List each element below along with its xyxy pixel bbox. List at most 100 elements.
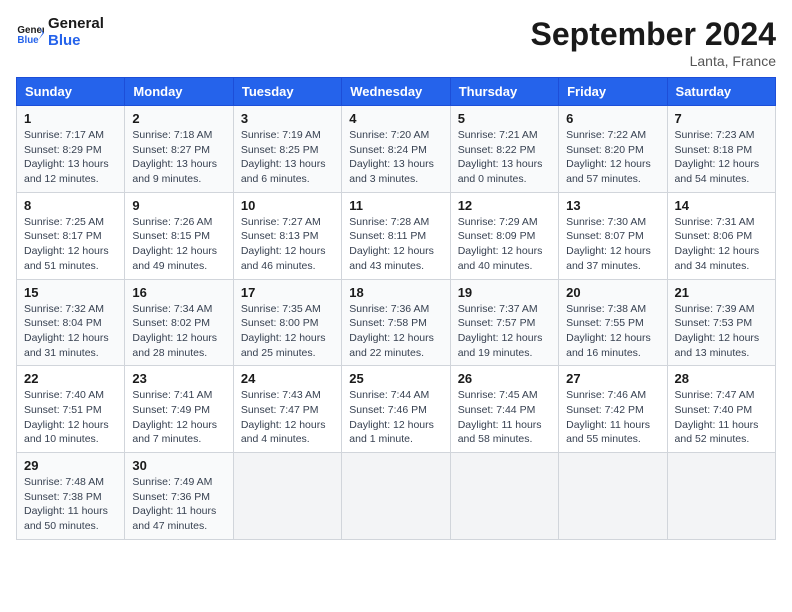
day-number: 11 (349, 198, 442, 213)
table-row: 2 Sunrise: 7:18 AMSunset: 8:27 PMDaylight… (125, 106, 233, 193)
day-number: 13 (566, 198, 659, 213)
table-row: 22 Sunrise: 7:40 AMSunset: 7:51 PMDayligh… (17, 366, 125, 453)
day-info: Sunrise: 7:47 AMSunset: 7:40 PMDaylight:… (675, 388, 768, 447)
day-number: 27 (566, 371, 659, 386)
table-row: 19Sunrise: 7:37 AMSunset: 7:57 PMDayligh… (450, 279, 558, 366)
day-number: 8 (24, 198, 117, 213)
day-number: 24 (241, 371, 334, 386)
table-row: 18 Sunrise: 7:36 AMSunset: 7:58 PMDayligh… (342, 279, 450, 366)
day-number: 28 (675, 371, 768, 386)
table-row: 11 Sunrise: 7:28 AMSunset: 8:11 PMDayligh… (342, 192, 450, 279)
table-row: 3 Sunrise: 7:19 AMSunset: 8:25 PMDaylight… (233, 106, 341, 193)
page-header: General Blue General Blue September 2024… (16, 16, 776, 69)
day-info: Sunrise: 7:40 AMSunset: 7:51 PMDaylight:… (24, 388, 117, 447)
table-row: 5 Sunrise: 7:21 AMSunset: 8:22 PMDaylight… (450, 106, 558, 193)
day-number: 23 (132, 371, 225, 386)
title-area: September 2024 Lanta, France (531, 16, 776, 69)
day-number: 15 (24, 285, 117, 300)
table-row: 21 Sunrise: 7:39 AMSunset: 7:53 PMDayligh… (667, 279, 775, 366)
day-info: Sunrise: 7:25 AMSunset: 8:17 PMDaylight:… (24, 215, 117, 274)
col-monday: Monday (125, 78, 233, 106)
day-info: Sunrise: 7:17 AMSunset: 8:29 PMDaylight:… (24, 128, 117, 187)
table-row: 23 Sunrise: 7:41 AMSunset: 7:49 PMDayligh… (125, 366, 233, 453)
day-number: 5 (458, 111, 551, 126)
day-number: 14 (675, 198, 768, 213)
table-row: 4Sunrise: 7:20 AMSunset: 8:24 PMDaylight… (342, 106, 450, 193)
day-number: 1 (24, 111, 117, 126)
table-row: 26 Sunrise: 7:45 AMSunset: 7:44 PMDayligh… (450, 366, 558, 453)
day-info: Sunrise: 7:49 AMSunset: 7:36 PMDaylight:… (132, 475, 225, 534)
logo-general-text: General (48, 16, 104, 33)
day-info: Sunrise: 7:36 AMSunset: 7:58 PMDaylight:… (349, 302, 442, 361)
table-row: 7 Sunrise: 7:23 AMSunset: 8:18 PMDaylight… (667, 106, 775, 193)
day-info: Sunrise: 7:34 AMSunset: 8:02 PMDaylight:… (132, 302, 225, 361)
day-info: Sunrise: 7:19 AMSunset: 8:25 PMDaylight:… (241, 128, 334, 187)
table-row: 15Sunrise: 7:32 AMSunset: 8:04 PMDayligh… (17, 279, 125, 366)
day-info: Sunrise: 7:27 AMSunset: 8:13 PMDaylight:… (241, 215, 334, 274)
month-title: September 2024 (531, 16, 776, 53)
col-tuesday: Tuesday (233, 78, 341, 106)
day-number: 3 (241, 111, 334, 126)
col-wednesday: Wednesday (342, 78, 450, 106)
day-info: Sunrise: 7:37 AMSunset: 7:57 PMDaylight:… (458, 302, 551, 361)
day-info: Sunrise: 7:28 AMSunset: 8:11 PMDaylight:… (349, 215, 442, 274)
location: Lanta, France (531, 53, 776, 69)
table-row: 25 Sunrise: 7:44 AMSunset: 7:46 PMDayligh… (342, 366, 450, 453)
day-number: 18 (349, 285, 442, 300)
table-row (450, 453, 558, 540)
logo-blue-text: Blue (48, 33, 104, 50)
svg-text:Blue: Blue (17, 34, 39, 45)
table-row (667, 453, 775, 540)
day-info: Sunrise: 7:31 AMSunset: 8:06 PMDaylight:… (675, 215, 768, 274)
day-number: 20 (566, 285, 659, 300)
day-number: 16 (132, 285, 225, 300)
day-info: Sunrise: 7:23 AMSunset: 8:18 PMDaylight:… (675, 128, 768, 187)
day-number: 21 (675, 285, 768, 300)
table-row (559, 453, 667, 540)
day-number: 10 (241, 198, 334, 213)
day-number: 12 (458, 198, 551, 213)
day-number: 9 (132, 198, 225, 213)
day-number: 17 (241, 285, 334, 300)
day-info: Sunrise: 7:39 AMSunset: 7:53 PMDaylight:… (675, 302, 768, 361)
day-info: Sunrise: 7:43 AMSunset: 7:47 PMDaylight:… (241, 388, 334, 447)
day-info: Sunrise: 7:30 AMSunset: 8:07 PMDaylight:… (566, 215, 659, 274)
day-info: Sunrise: 7:48 AMSunset: 7:38 PMDaylight:… (24, 475, 117, 534)
day-number: 25 (349, 371, 442, 386)
day-info: Sunrise: 7:41 AMSunset: 7:49 PMDaylight:… (132, 388, 225, 447)
day-number: 26 (458, 371, 551, 386)
day-info: Sunrise: 7:44 AMSunset: 7:46 PMDaylight:… (349, 388, 442, 447)
col-saturday: Saturday (667, 78, 775, 106)
day-number: 29 (24, 458, 117, 473)
table-row: 12 Sunrise: 7:29 AMSunset: 8:09 PMDayligh… (450, 192, 558, 279)
table-row: 6Sunrise: 7:22 AMSunset: 8:20 PMDaylight… (559, 106, 667, 193)
day-number: 2 (132, 111, 225, 126)
table-row (233, 453, 341, 540)
col-thursday: Thursday (450, 78, 558, 106)
day-number: 22 (24, 371, 117, 386)
calendar-header-row: Sunday Monday Tuesday Wednesday Thursday… (17, 78, 776, 106)
table-row: 29 Sunrise: 7:48 AMSunset: 7:38 PMDayligh… (17, 453, 125, 540)
day-info: Sunrise: 7:21 AMSunset: 8:22 PMDaylight:… (458, 128, 551, 187)
calendar-table: Sunday Monday Tuesday Wednesday Thursday… (16, 77, 776, 540)
table-row: 30 Sunrise: 7:49 AMSunset: 7:36 PMDayligh… (125, 453, 233, 540)
table-row: 16 Sunrise: 7:34 AMSunset: 8:02 PMDayligh… (125, 279, 233, 366)
day-number: 7 (675, 111, 768, 126)
day-number: 6 (566, 111, 659, 126)
day-info: Sunrise: 7:29 AMSunset: 8:09 PMDaylight:… (458, 215, 551, 274)
day-info: Sunrise: 7:45 AMSunset: 7:44 PMDaylight:… (458, 388, 551, 447)
table-row: 9 Sunrise: 7:26 AMSunset: 8:15 PMDaylight… (125, 192, 233, 279)
day-info: Sunrise: 7:18 AMSunset: 8:27 PMDaylight:… (132, 128, 225, 187)
day-info: Sunrise: 7:26 AMSunset: 8:15 PMDaylight:… (132, 215, 225, 274)
table-row: 28 Sunrise: 7:47 AMSunset: 7:40 PMDayligh… (667, 366, 775, 453)
day-number: 30 (132, 458, 225, 473)
table-row: 8 Sunrise: 7:25 AMSunset: 8:17 PMDaylight… (17, 192, 125, 279)
table-row: 17Sunrise: 7:35 AMSunset: 8:00 PMDayligh… (233, 279, 341, 366)
table-row: 24 Sunrise: 7:43 AMSunset: 7:47 PMDayligh… (233, 366, 341, 453)
logo-icon: General Blue (16, 19, 44, 47)
day-info: Sunrise: 7:20 AMSunset: 8:24 PMDaylight:… (349, 128, 442, 187)
col-sunday: Sunday (17, 78, 125, 106)
table-row: 27Sunrise: 7:46 AMSunset: 7:42 PMDayligh… (559, 366, 667, 453)
table-row: 20Sunrise: 7:38 AMSunset: 7:55 PMDayligh… (559, 279, 667, 366)
table-row: 14 Sunrise: 7:31 AMSunset: 8:06 PMDayligh… (667, 192, 775, 279)
